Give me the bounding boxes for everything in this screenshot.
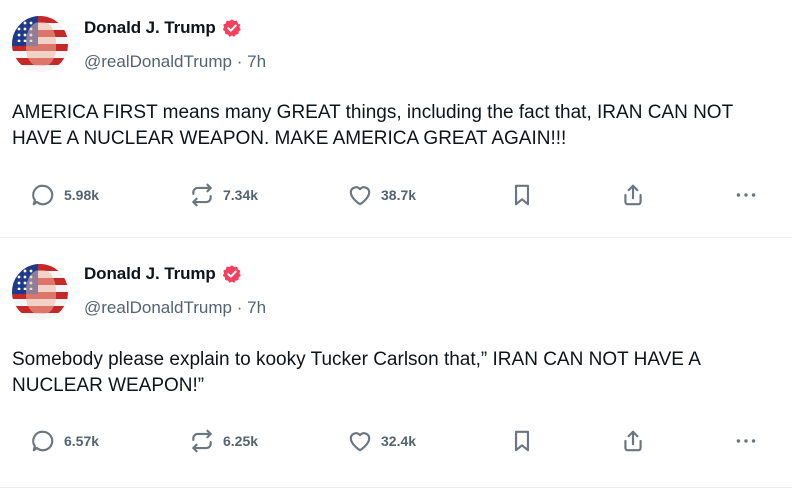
separator: ·: [236, 298, 243, 317]
bookmark-button[interactable]: [509, 180, 535, 210]
like-button[interactable]: 38.7k: [347, 180, 416, 210]
repost-icon: [192, 429, 212, 453]
action-bar: 5.98k 7.34k 38.7k: [0, 180, 792, 210]
share-icon: [624, 430, 642, 452]
post-text: Somebody please explain to kooky Tucker …: [12, 349, 700, 396]
reply-button[interactable]: 5.98k: [30, 180, 99, 210]
handle-row: @realDonaldTrump · 7h: [84, 52, 266, 72]
post[interactable]: Donald J. Trump @realDonaldTrump · 7h AM…: [0, 0, 792, 238]
share-button[interactable]: [620, 180, 646, 210]
verified-badge-icon: [222, 265, 241, 283]
repost-icon: [192, 183, 212, 207]
author-name[interactable]: Donald J. Trump: [84, 264, 216, 284]
bookmark-icon: [514, 430, 530, 452]
handle-row: @realDonaldTrump · 7h: [84, 298, 266, 318]
author-row: Donald J. Trump: [84, 18, 242, 38]
reply-count: 5.98k: [64, 187, 100, 203]
author-handle[interactable]: @realDonaldTrump: [84, 52, 232, 71]
repost-count: 6.25k: [223, 433, 259, 449]
repost-count: 7.34k: [223, 187, 259, 203]
share-icon: [624, 184, 642, 206]
reply-icon: [32, 184, 54, 206]
avatar[interactable]: [12, 264, 68, 320]
more-icon: [736, 439, 756, 443]
repost-button[interactable]: 6.25k: [189, 426, 258, 456]
post[interactable]: Donald J. Trump @realDonaldTrump · 7h So…: [0, 238, 792, 488]
reply-count: 6.57k: [64, 433, 100, 449]
avatar[interactable]: [12, 16, 68, 72]
reply-button[interactable]: 6.57k: [30, 426, 99, 456]
repost-button[interactable]: 7.34k: [189, 180, 258, 210]
bookmark-icon: [514, 184, 530, 206]
like-icon: [349, 186, 371, 206]
separator: ·: [236, 52, 243, 71]
author-name[interactable]: Donald J. Trump: [84, 18, 216, 38]
more-button[interactable]: [733, 426, 759, 456]
like-count: 32.4k: [381, 433, 417, 449]
post-time[interactable]: 7h: [247, 52, 266, 71]
more-icon: [736, 193, 756, 197]
post-text: AMERICA FIRST means many GREAT things, i…: [12, 102, 733, 149]
author-handle[interactable]: @realDonaldTrump: [84, 298, 232, 317]
more-button[interactable]: [733, 180, 759, 210]
like-count: 38.7k: [381, 187, 417, 203]
author-row: Donald J. Trump: [84, 264, 242, 284]
post-time[interactable]: 7h: [247, 298, 266, 317]
bookmark-button[interactable]: [509, 426, 535, 456]
like-icon: [349, 432, 371, 452]
share-button[interactable]: [620, 426, 646, 456]
verified-badge-icon: [222, 19, 241, 37]
reply-icon: [32, 430, 54, 452]
like-button[interactable]: 32.4k: [347, 426, 416, 456]
action-bar: 6.57k 6.25k 32.4k: [0, 426, 792, 456]
